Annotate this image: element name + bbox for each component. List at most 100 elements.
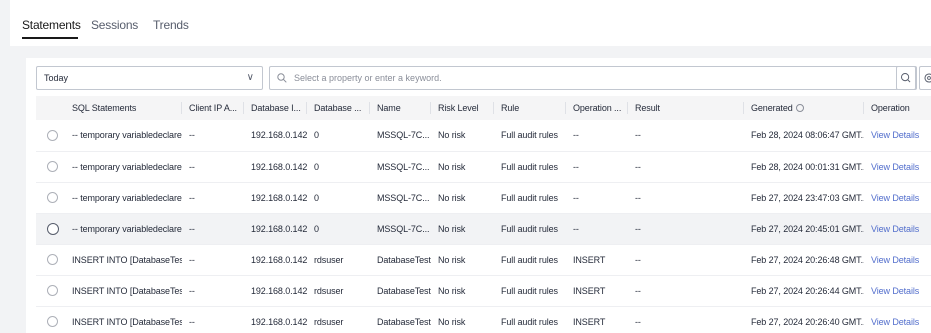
generated-column-header[interactable]: Generated (744, 96, 864, 120)
row-radio[interactable] (47, 285, 58, 297)
cell-op-type: -- (573, 223, 579, 234)
cell-client-ip: -- (189, 161, 195, 172)
cell-name: MSSQL-7C... (377, 130, 430, 141)
sort-icon[interactable] (795, 104, 804, 112)
cell-op-type: INSERT (573, 316, 606, 327)
cell-sql: -- temporary variabledeclare ... (72, 161, 182, 172)
cell-risk: No risk (438, 254, 466, 265)
search-input[interactable]: Select a property or enter a keyword. (269, 66, 917, 90)
cell-result: -- (635, 192, 641, 203)
cell-client-ip: -- (189, 130, 195, 141)
cell-risk: No risk (438, 192, 466, 203)
cell-op-type: -- (573, 192, 579, 203)
cell-name: MSSQL-7C... (377, 223, 430, 234)
table-row[interactable]: -- temporary variabledeclare ... -- 192.16… (36, 182, 931, 213)
row-radio[interactable] (47, 192, 58, 204)
cell-result: -- (635, 130, 641, 141)
cell-rule: Full audit rules (501, 254, 558, 265)
table-row[interactable]: INSERT INTO [DatabaseTest... -- 192.168.0.… (36, 244, 931, 275)
view-details-link[interactable]: View Details (871, 317, 919, 327)
cell-name: MSSQL-7C... (377, 161, 430, 172)
active-tab-indicator (22, 37, 78, 39)
radio-header (36, 96, 65, 120)
cell-db-name: rdsuser (314, 254, 344, 265)
column-header: Client IP A... (182, 96, 244, 120)
cell-result: -- (635, 223, 641, 234)
cell-operation: View Details (864, 182, 931, 213)
cell-generated: Feb 28, 2024 00:01:31 GMT... (751, 161, 864, 172)
tab-statements[interactable]: Statements (22, 18, 81, 32)
row-select-cell (36, 182, 65, 213)
view-details-link[interactable]: View Details (871, 224, 919, 234)
cell-client-ip: -- (189, 316, 195, 327)
column-header: Operation (871, 103, 910, 113)
cell-db-ip: 192.168.0.142 (251, 316, 307, 327)
cell-sql: INSERT INTO [DatabaseTest... (72, 254, 182, 265)
view-details-link[interactable]: View Details (871, 193, 919, 203)
column-header: Rule (494, 96, 566, 120)
cell-risk: No risk (438, 223, 466, 234)
cell-client-ip: -- (189, 192, 195, 203)
cell-sql: INSERT INTO [DatabaseTest... (72, 316, 182, 327)
row-select-cell (36, 275, 65, 306)
table-row[interactable]: -- temporary variabledeclare ... -- 192.16… (36, 151, 931, 182)
cell-operation: View Details (864, 151, 931, 182)
row-radio[interactable] (47, 316, 58, 328)
cell-op-type: -- (573, 130, 579, 141)
cell-client-ip: -- (189, 223, 195, 234)
cell-db-name: 0 (314, 223, 319, 234)
cell-rule: Full audit rules (501, 223, 558, 234)
column-header: Risk Level (431, 96, 494, 120)
cell-db-ip: 192.168.0.142 (251, 130, 307, 141)
cell-name: DatabaseTest (377, 316, 431, 327)
cell-operation: View Details (864, 120, 931, 151)
cell-result: -- (635, 254, 641, 265)
row-radio[interactable] (47, 254, 58, 266)
cell-name: MSSQL-7C... (377, 192, 430, 203)
search-button[interactable] (896, 66, 916, 90)
time-range-select[interactable]: Today ∨ (36, 66, 263, 90)
cell-db-name: 0 (314, 161, 319, 172)
cell-name: DatabaseTest (377, 254, 431, 265)
tab-trends[interactable]: Trends (153, 18, 189, 32)
tab-sessions[interactable]: Sessions (91, 18, 138, 32)
row-select-cell (36, 306, 65, 333)
table-row[interactable]: INSERT INTO [DatabaseTest... -- 192.168.0.… (36, 306, 931, 333)
table-row[interactable]: -- temporary variabledeclare ... -- 192.16… (36, 120, 931, 151)
cell-db-ip: 192.168.0.142 (251, 161, 307, 172)
cell-client-ip: -- (189, 254, 195, 265)
cell-generated: Feb 27, 2024 23:47:03 GMT... (751, 192, 864, 203)
cell-operation: View Details (864, 275, 931, 306)
column-header: Database ... (307, 96, 370, 120)
column-header: Operation ... (566, 96, 628, 120)
row-select-cell (36, 244, 65, 275)
cell-db-name: rdsuser (314, 316, 344, 327)
row-radio[interactable] (47, 161, 58, 173)
cell-sql: -- temporary variabledeclare ... (72, 192, 182, 203)
settings-button[interactable] (919, 66, 931, 90)
view-details-link[interactable]: View Details (871, 162, 919, 172)
row-radio[interactable] (47, 129, 58, 141)
row-radio[interactable] (47, 222, 59, 235)
tab-bar: Statements Sessions Trends (10, 0, 931, 46)
table-row[interactable]: INSERT INTO [DatabaseTest... -- 192.168.0.… (36, 275, 931, 306)
cell-rule: Full audit rules (501, 285, 558, 296)
cell-rule: Full audit rules (501, 316, 558, 327)
cell-risk: No risk (438, 316, 466, 327)
cell-db-ip: 192.168.0.142 (251, 285, 307, 296)
column-header: Name (370, 96, 431, 120)
cell-result: -- (635, 285, 641, 296)
audit-statements-page: Statements Sessions Trends Today ∨ Selec… (0, 0, 931, 333)
view-details-link[interactable]: View Details (871, 286, 919, 296)
cell-db-name: rdsuser (314, 285, 344, 296)
column-header: SQL Statements (65, 96, 182, 120)
search-placeholder: Select a property or enter a keyword. (294, 73, 442, 83)
cell-op-type: -- (573, 161, 579, 172)
table-row[interactable]: -- temporary variabledeclare ... -- 192.16… (36, 213, 931, 244)
time-range-value: Today (44, 73, 69, 83)
view-details-link[interactable]: View Details (871, 130, 919, 140)
table-header-row: SQL Statements Client IP A... Database I… (36, 96, 931, 120)
cell-risk: No risk (438, 285, 466, 296)
cell-db-ip: 192.168.0.142 (251, 223, 307, 234)
view-details-link[interactable]: View Details (871, 255, 919, 265)
